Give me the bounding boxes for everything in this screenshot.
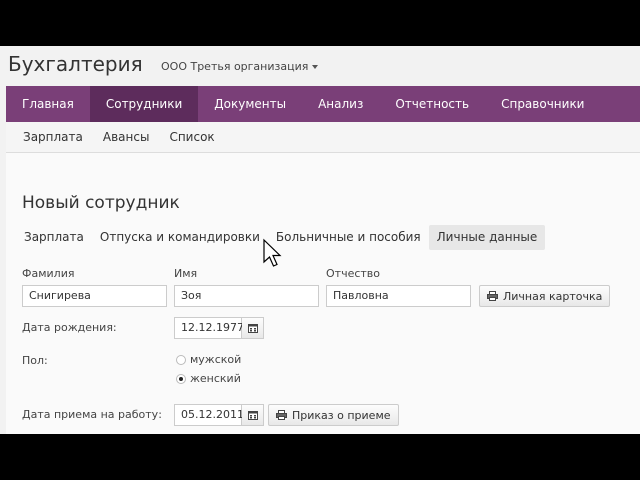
- tab-personal-data[interactable]: Личные данные: [428, 225, 546, 250]
- patronymic-input[interactable]: Павловна: [326, 285, 471, 307]
- hire-date-calendar-button[interactable]: [242, 404, 264, 426]
- tab-vacations-trips[interactable]: Отпуска и командировки: [92, 225, 268, 250]
- personal-card-button-label: Личная карточка: [503, 289, 603, 303]
- hire-order-button[interactable]: Приказ о приеме: [268, 404, 399, 426]
- organization-select[interactable]: ООО Третья организация: [161, 60, 319, 73]
- gender-male-radio[interactable]: [176, 354, 186, 365]
- letterbox-bottom: [0, 434, 640, 480]
- gender-option-male[interactable]: мужской: [176, 353, 241, 366]
- app-header: Бухгалтерия ООО Третья организация: [0, 46, 640, 86]
- calendar-icon: [247, 411, 258, 420]
- tab-salary[interactable]: Зарплата: [16, 225, 92, 250]
- gender-female-label: женский: [190, 372, 241, 385]
- first-name-label: Имя: [174, 267, 198, 280]
- birth-date-input[interactable]: 12.12.1977: [174, 317, 244, 339]
- sub-nav: Зарплата Авансы Список: [6, 122, 640, 153]
- main-nav-documents[interactable]: Документы: [198, 86, 302, 122]
- patronymic-label: Отчество: [326, 267, 381, 280]
- first-name-input[interactable]: Зоя: [174, 285, 319, 307]
- birth-date-calendar-button[interactable]: [242, 317, 264, 339]
- sub-nav-salary[interactable]: Зарплата: [6, 122, 93, 152]
- printer-icon: [276, 410, 287, 420]
- main-nav-reports[interactable]: Отчетность: [379, 86, 485, 122]
- app-window: Бухгалтерия ООО Третья организация Главн…: [0, 46, 640, 434]
- hire-date-label: Дата приема на работу:: [22, 408, 162, 421]
- last-name-label: Фамилия: [22, 267, 75, 280]
- organization-name: ООО Третья организация: [161, 60, 309, 73]
- mouse-pointer-icon: [263, 238, 282, 267]
- main-nav-directories[interactable]: Справочники: [485, 86, 600, 122]
- calendar-icon: [247, 324, 258, 333]
- gender-label: Пол:: [22, 354, 48, 367]
- hire-date-input[interactable]: 05.12.2011: [174, 404, 244, 426]
- last-name-input[interactable]: Снигирева: [22, 285, 167, 307]
- gender-option-female[interactable]: женский: [176, 372, 241, 385]
- app-title: Бухгалтерия: [8, 52, 143, 76]
- gender-male-label: мужской: [190, 353, 242, 366]
- gender-female-radio[interactable]: [176, 373, 186, 384]
- main-content: Новый сотрудник Зарплата Отпуска и коман…: [6, 153, 640, 434]
- main-nav-analysis[interactable]: Анализ: [302, 86, 379, 122]
- birth-date-label: Дата рождения:: [22, 321, 117, 334]
- letterbox-top: [0, 0, 640, 46]
- sub-nav-list[interactable]: Список: [159, 122, 224, 152]
- personal-card-button[interactable]: Личная карточка: [479, 285, 611, 307]
- main-nav-home[interactable]: Главная: [6, 86, 90, 122]
- chevron-down-icon: [312, 65, 319, 69]
- hire-order-button-label: Приказ о приеме: [292, 408, 391, 422]
- printer-icon: [487, 291, 498, 301]
- tab-sick-leave-benefits[interactable]: Больничные и пособия: [268, 225, 429, 250]
- sub-nav-advances[interactable]: Авансы: [93, 122, 160, 152]
- main-nav: Главная Сотрудники Документы Анализ Отче…: [6, 86, 640, 122]
- page-title: Новый сотрудник: [22, 193, 180, 213]
- main-nav-employees[interactable]: Сотрудники: [89, 86, 199, 122]
